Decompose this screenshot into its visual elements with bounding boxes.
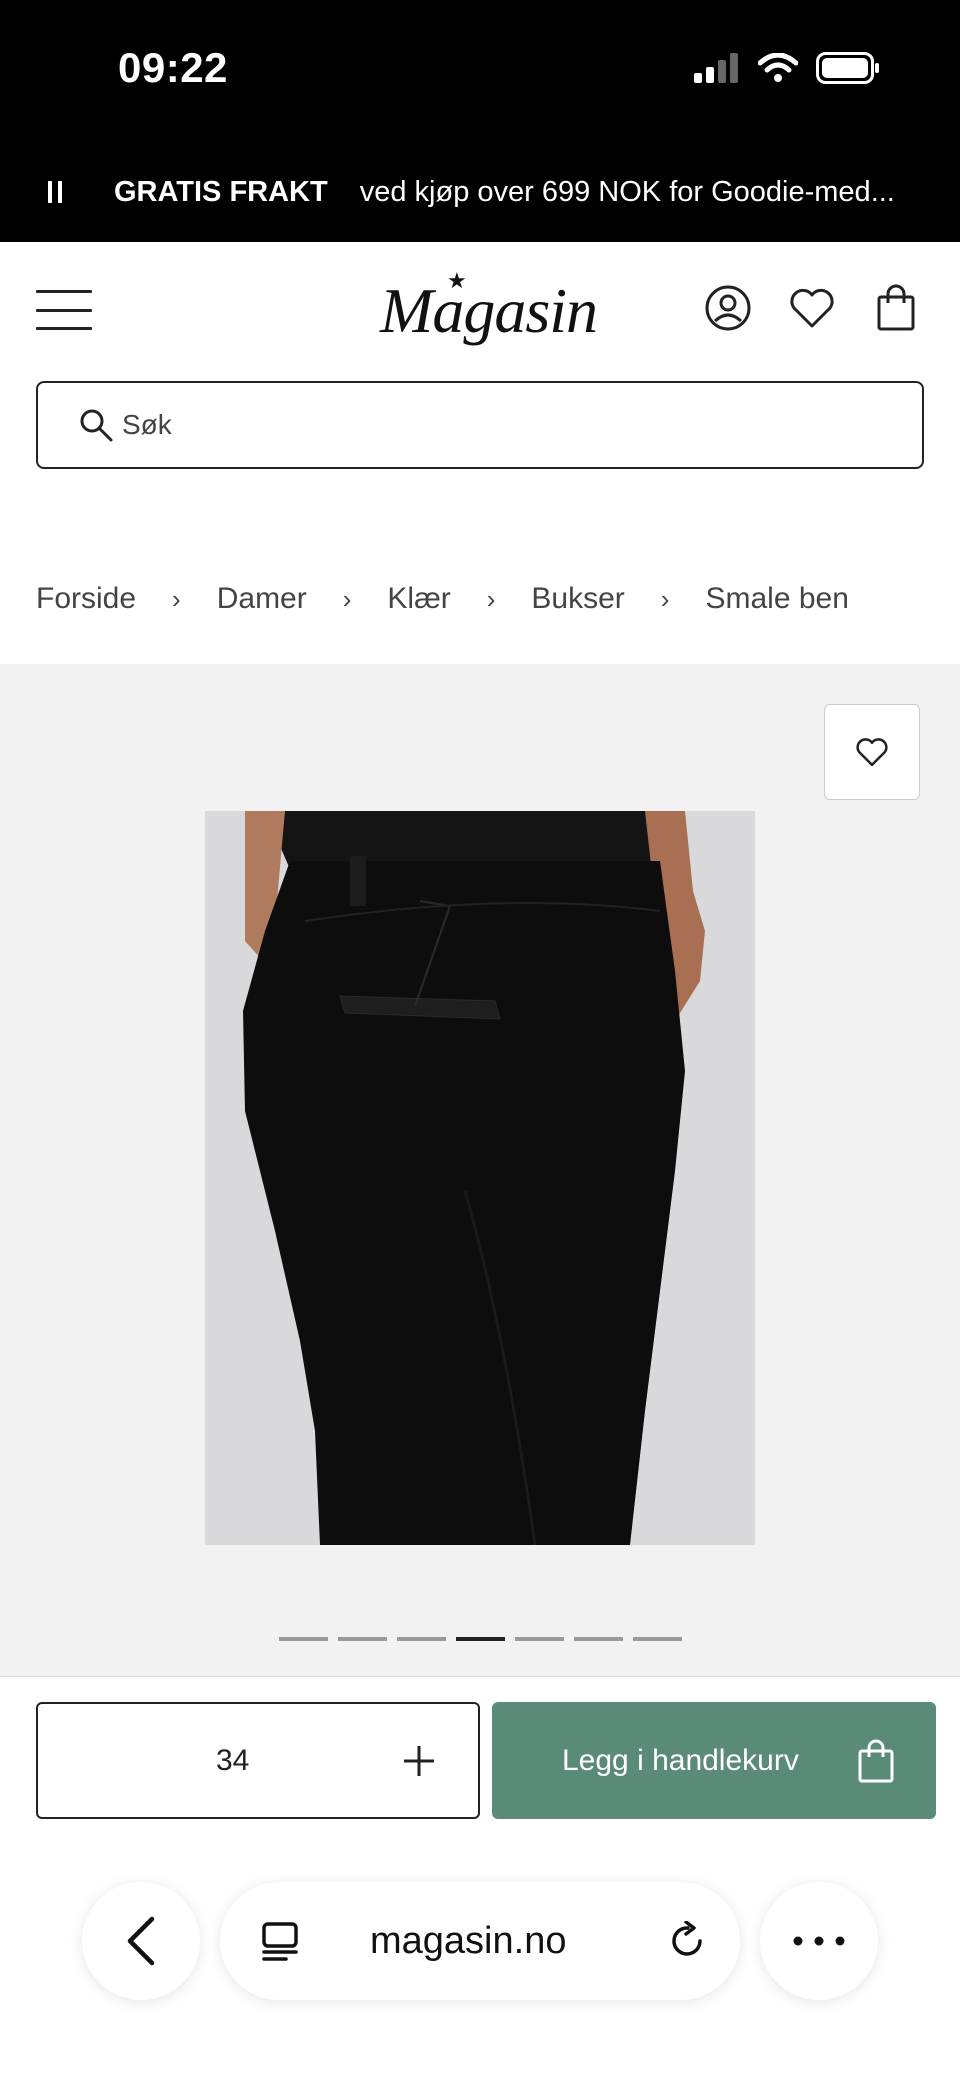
breadcrumb-item[interactable]: Damer [217, 582, 307, 616]
search-input[interactable] [122, 409, 882, 441]
breadcrumb-separator: › [660, 583, 670, 614]
gallery-dot[interactable] [633, 1637, 682, 1641]
gallery-dot-active[interactable] [456, 1637, 505, 1641]
search-icon [80, 409, 113, 442]
promo-headline: GRATIS FRAKT [114, 175, 328, 208]
pause-icon[interactable] [48, 181, 68, 203]
site-header: Magasin ★ [0, 242, 960, 382]
size-value: 34 [216, 1743, 250, 1777]
purchase-bar: 34 Legg i handlekurv [0, 1676, 960, 1872]
menu-icon[interactable] [36, 290, 92, 330]
breadcrumb-item[interactable]: Forside [36, 582, 136, 616]
browser-toolbar: magasin.no [0, 1872, 960, 2081]
add-to-wishlist-button[interactable] [824, 704, 920, 800]
heart-icon [856, 738, 888, 767]
chevron-left-icon [127, 1916, 155, 1966]
add-to-cart-button[interactable]: Legg i handlekurv [492, 1702, 936, 1819]
gallery-pagination [279, 1637, 682, 1641]
signal-icon [694, 53, 738, 83]
product-image[interactable] [205, 811, 755, 1545]
shopping-bag-icon [858, 1739, 894, 1782]
size-selector[interactable]: 34 [36, 1702, 480, 1819]
gallery-dot[interactable] [279, 1637, 328, 1641]
tabs-icon[interactable] [260, 1921, 300, 1961]
product-gallery[interactable] [0, 664, 960, 1676]
breadcrumb-separator: › [172, 583, 181, 614]
shopping-bag-icon[interactable] [872, 282, 920, 334]
site-logo[interactable]: Magasin ★ [380, 268, 598, 348]
status-bar: 09:22 [0, 0, 960, 142]
url-text: magasin.no [370, 1919, 567, 1962]
breadcrumb-item[interactable]: Klær [387, 582, 450, 616]
promo-bar: GRATIS FRAKT ved kjøp over 699 NOK for G… [0, 142, 960, 242]
wifi-icon [758, 53, 798, 82]
logo-star-icon: ★ [447, 268, 467, 293]
logo-text: Magasin [380, 275, 598, 346]
status-time: 09:22 [118, 44, 228, 91]
plus-icon[interactable] [402, 1744, 436, 1778]
promo-text[interactable]: ved kjøp over 699 NOK for Goodie-med... [360, 176, 950, 209]
account-icon[interactable] [704, 282, 752, 334]
gallery-dot[interactable] [574, 1637, 623, 1641]
gallery-dot[interactable] [397, 1637, 446, 1641]
search-bar[interactable] [36, 381, 924, 469]
breadcrumb-separator: › [486, 583, 496, 614]
more-icon [793, 1936, 845, 1946]
header-actions [704, 282, 920, 334]
status-icons [694, 52, 880, 84]
breadcrumb: Forside › Damer › Klær › Bukser › Smale … [36, 582, 849, 616]
breadcrumb-item[interactable]: Bukser [531, 582, 624, 616]
reload-icon[interactable] [668, 1921, 708, 1961]
more-button[interactable] [760, 1882, 878, 2000]
address-bar[interactable]: magasin.no [220, 1882, 740, 2000]
wishlist-heart-icon[interactable] [788, 282, 836, 334]
gallery-dot[interactable] [338, 1637, 387, 1641]
breadcrumb-item[interactable]: Smale ben [705, 582, 848, 616]
back-button[interactable] [82, 1882, 200, 2000]
battery-icon [816, 52, 879, 84]
gallery-dot[interactable] [515, 1637, 564, 1641]
add-to-cart-label: Legg i handlekurv [562, 1743, 799, 1777]
breadcrumb-separator: › [342, 583, 352, 614]
